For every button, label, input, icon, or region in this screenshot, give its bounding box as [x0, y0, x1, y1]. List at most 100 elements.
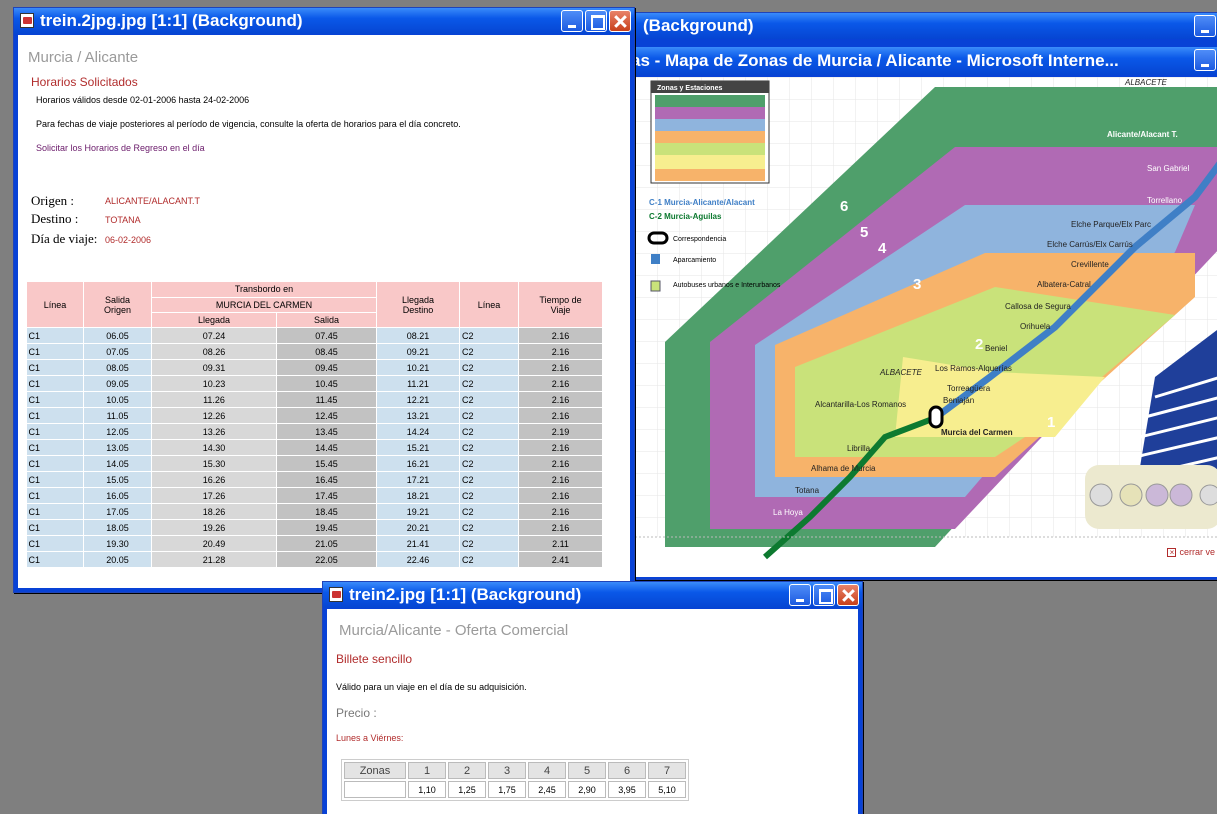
browser-minimize-button[interactable] [1194, 49, 1216, 71]
pan-icon[interactable] [1199, 484, 1217, 506]
map-controls[interactable] [1085, 465, 1217, 529]
table-cell: C2 [459, 327, 519, 344]
table-cell: C2 [459, 487, 519, 504]
table-cell: 10.45 [276, 375, 377, 392]
close-window-link[interactable]: × cerrar ve [1167, 547, 1215, 557]
table-cell: C1 [26, 519, 84, 536]
table-cell: 2.16 [518, 375, 603, 392]
table-cell: 17.21 [376, 471, 460, 488]
zone-label-6: 6 [840, 198, 848, 215]
minimize-button[interactable] [789, 584, 811, 606]
station-albacete-top: ALBACETE [1124, 78, 1167, 87]
return-schedule-link[interactable]: Solicitar los Horarios de Regreso en el … [36, 143, 205, 153]
station-beniajan: Beniaján [943, 396, 974, 405]
map-window[interactable]: (Background) as - Mapa de Zonas de Murci… [610, 12, 1217, 580]
table-row: C1 17.05 18.26 18.45 19.21 C2 2.16 [26, 503, 603, 520]
station-orihuela: Orihuela [1020, 322, 1051, 331]
table-cell: 15.30 [151, 455, 277, 472]
col-transbordo: Transbordo en [151, 281, 377, 298]
table-cell: 18.21 [376, 487, 460, 504]
table-cell: 09.21 [376, 343, 460, 360]
parking-icon [651, 254, 660, 264]
table-cell: 20.05 [83, 551, 152, 568]
table-cell: 2.16 [518, 519, 603, 536]
table-row: C1 18.05 19.26 19.45 20.21 C2 2.16 [26, 519, 603, 536]
table-cell: 16.45 [276, 471, 377, 488]
table-cell: 2.16 [518, 327, 603, 344]
offer-window[interactable]: trein2.jpg [1:1] (Background) Murcia/Ali… [322, 581, 863, 814]
table-cell: 11.45 [276, 391, 377, 408]
schedule-window-titlebar[interactable]: trein.2jpg.jpg [1:1] (Background) [14, 8, 634, 34]
image-file-icon [20, 13, 34, 28]
zoom-in-icon[interactable] [1145, 483, 1169, 507]
offer-window-titlebar[interactable]: trein2.jpg [1:1] (Background) [323, 582, 862, 608]
table-cell: 09.05 [83, 375, 152, 392]
murcia-hub-icon [928, 405, 944, 429]
station-alicante: Alicante/Alacant T. [1107, 130, 1178, 139]
table-cell: 18.45 [276, 503, 377, 520]
table-cell: 07.24 [151, 327, 277, 344]
table-cell: C1 [26, 343, 84, 360]
legend-c1: C-1 Murcia-Alicante/Alacant [649, 198, 755, 207]
table-cell: C1 [26, 391, 84, 408]
legend-title: Zonas y Estaciones [657, 85, 722, 92]
station-torreaguera: Torreagüera [947, 384, 991, 393]
browser-titlebar[interactable]: as - Mapa de Zonas de Murcia / Alicante … [611, 47, 1217, 75]
offer-heading: Murcia/Alicante - Oferta Comercial [339, 622, 569, 639]
table-cell: C2 [459, 439, 519, 456]
map-window-titlebar[interactable]: (Background) [611, 13, 1217, 39]
col-salida: Salida [276, 312, 377, 328]
table-cell: 16.26 [151, 471, 277, 488]
table-cell: 07.45 [276, 327, 377, 344]
col-linea: Línea [26, 281, 84, 328]
zone-number: 2 [448, 762, 486, 779]
table-row: C1 14.05 15.30 15.45 16.21 C2 2.16 [26, 455, 603, 472]
close-button[interactable] [609, 10, 631, 32]
col-linea2: Línea [459, 281, 519, 328]
schedule-window[interactable]: trein.2jpg.jpg [1:1] (Background) Murcia… [13, 7, 635, 593]
close-button[interactable] [837, 584, 859, 606]
note-text: Para fechas de viaje posteriores al perí… [36, 119, 461, 129]
table-cell: C1 [26, 551, 84, 568]
legend-aparcamiento: Aparcamiento [673, 257, 716, 264]
station-elche-carrus: Elche Carrús/Elx Carrús [1047, 240, 1133, 249]
origin-value: ALICANTE/ALACANT.T [105, 196, 201, 206]
table-cell: C2 [459, 455, 519, 472]
table-cell: 17.05 [83, 503, 152, 520]
table-cell: C2 [459, 423, 519, 440]
table-cell: 2.16 [518, 471, 603, 488]
table-row: C1 16.05 17.26 17.45 18.21 C2 2.16 [26, 487, 603, 504]
station-beniel: Beniel [985, 344, 1007, 353]
maximize-button[interactable] [585, 10, 607, 32]
zone-number: 5 [568, 762, 606, 779]
station-elche-parque: Elche Parque/Elx Parc [1071, 220, 1151, 229]
table-cell: 19.45 [276, 519, 377, 536]
zone-number: 1 [408, 762, 446, 779]
minimize-button[interactable] [1194, 15, 1216, 37]
table-cell: C2 [459, 359, 519, 376]
empty-cell [344, 781, 406, 798]
map-content: 6 5 4 3 2 1 ALBACETE Alicante/Alacant T.… [635, 77, 1217, 577]
table-cell: C2 [459, 391, 519, 408]
station-la-hoya: La Hoya [773, 508, 803, 517]
zone-number: 3 [488, 762, 526, 779]
table-cell: 14.30 [151, 439, 277, 456]
check-icon[interactable] [1119, 483, 1143, 507]
minimize-button[interactable] [561, 10, 583, 32]
zone-price: 1,10 [408, 781, 446, 798]
price-table: Zonas 1 2 3 4 5 6 7 1,10 1,25 1,75 2,45 2,90 3,95 5,10 [341, 759, 689, 801]
table-cell: 11.05 [83, 407, 152, 424]
maximize-button[interactable] [813, 584, 835, 606]
table-cell: 13.21 [376, 407, 460, 424]
zoom-out-icon[interactable] [1169, 483, 1193, 507]
weekday-label: Lunes a Viérnes: [336, 733, 404, 743]
ticket-description: Válido para un viaje en el día de su adq… [336, 682, 527, 692]
col-transfer-station: MURCIA DEL CARMEN [151, 296, 377, 314]
destination-label: Destino : [31, 211, 79, 226]
station-albatera: Albatera-Catral [1037, 280, 1091, 289]
table-cell: 21.41 [376, 535, 460, 552]
zone-label-2: 2 [975, 336, 983, 353]
table-cell: 17.45 [276, 487, 377, 504]
print-icon[interactable] [1089, 483, 1113, 507]
zone-number: 7 [648, 762, 686, 779]
